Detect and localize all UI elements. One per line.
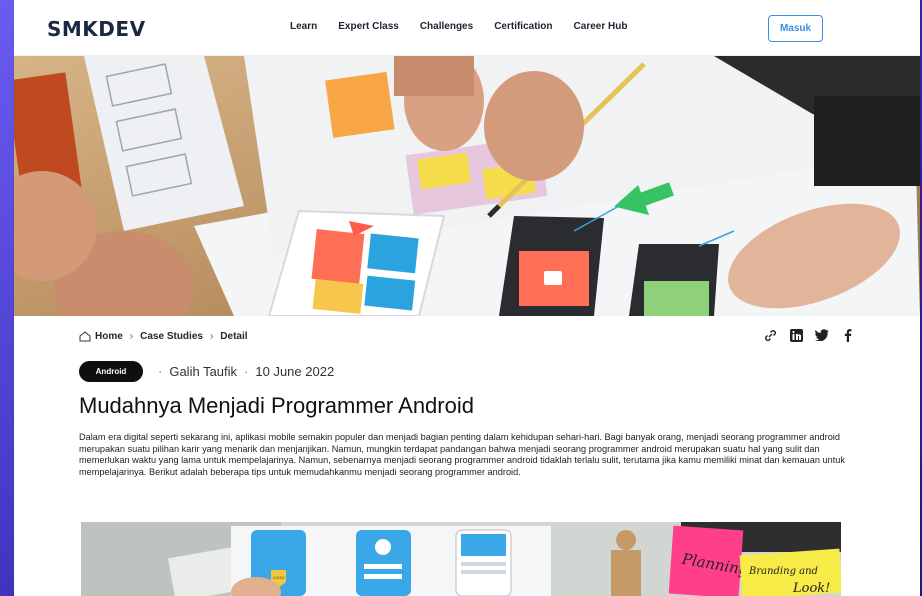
article-intro: Dalam era digital seperti sekarang ini, … — [79, 432, 845, 477]
share-icons — [762, 327, 856, 343]
facebook-icon[interactable] — [840, 327, 856, 343]
nav-menu: Learn Expert Class Challenges Certificat… — [290, 21, 648, 32]
browser-page: SMKDEV Learn Expert Class Challenges Cer… — [14, 0, 920, 596]
login-button[interactable]: Masuk — [768, 15, 823, 42]
home-icon — [79, 331, 91, 342]
article-image: LOGO Planning Branding and Look! — [81, 522, 841, 596]
linkedin-icon[interactable] — [788, 327, 804, 343]
breadcrumb-home[interactable]: Home — [95, 331, 123, 342]
hero-illustration — [14, 56, 920, 316]
sticky-note-branding: Branding and — [748, 566, 818, 577]
site-logo[interactable]: SMKDEV — [47, 17, 146, 41]
nav-link-learn[interactable]: Learn — [290, 21, 317, 32]
chevron-right-icon: › — [129, 331, 134, 342]
nav-link-challenges[interactable]: Challenges — [420, 21, 473, 32]
article-meta: · Galih Taufik · 10 June 2022 — [151, 364, 334, 379]
sticky-note-look: Look! — [792, 581, 830, 596]
navbar: SMKDEV Learn Expert Class Challenges Cer… — [14, 0, 920, 56]
hero-image — [14, 56, 920, 316]
article-title: Mudahnya Menjadi Programmer Android — [79, 393, 474, 418]
chevron-right-icon: › — [209, 331, 214, 342]
breadcrumb: Home › Case Studies › Detail — [79, 331, 248, 342]
breadcrumb-case-studies[interactable]: Case Studies — [140, 331, 203, 342]
category-tag[interactable]: Android — [79, 361, 143, 382]
nav-link-certification[interactable]: Certification — [494, 21, 552, 32]
article-illustration: LOGO Planning Branding and Look! — [81, 522, 841, 596]
breadcrumb-detail: Detail — [220, 331, 248, 342]
twitter-icon[interactable] — [814, 327, 830, 343]
nav-link-expert-class[interactable]: Expert Class — [338, 21, 399, 32]
nav-link-career-hub[interactable]: Career Hub — [574, 21, 628, 32]
article-date: 10 June 2022 — [255, 364, 335, 379]
phone-logo-text: LOGO — [273, 575, 285, 580]
logo-text: SMKDEV — [47, 17, 146, 41]
link-icon[interactable] — [762, 327, 778, 343]
separator-dot: · — [158, 364, 163, 379]
separator-dot: · — [244, 364, 249, 379]
article-author: Galih Taufik — [169, 364, 238, 379]
